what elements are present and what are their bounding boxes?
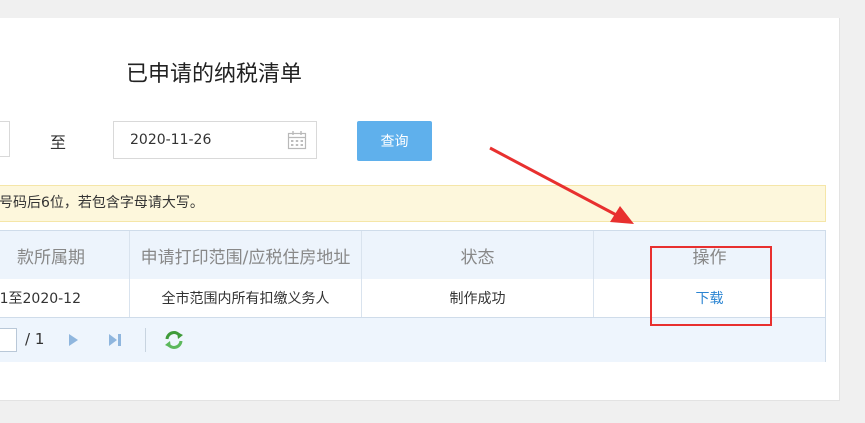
cell-status: 制作成功 [362, 279, 594, 317]
cell-action: 下载 [594, 279, 825, 317]
table-header-row: 款所属期 申请打印范围/应税住房地址 状态 操作 [0, 231, 825, 280]
header-action[interactable]: 操作 [594, 231, 825, 279]
cell-scope: 全市范围内所有扣缴义务人 [130, 279, 362, 317]
notice-banner: 号码后6位，若包含字母请大写。 [0, 185, 826, 222]
end-date-field[interactable] [113, 121, 317, 159]
main-panel: 已申请的纳税清单 至 查询 号码后6位，若包含字母请大写。 款所属期 [0, 18, 840, 401]
date-range-separator: 至 [50, 133, 67, 152]
refresh-icon[interactable] [163, 329, 185, 351]
end-date-input[interactable] [114, 122, 284, 158]
page-number-input[interactable] [0, 328, 17, 352]
pager-divider [145, 328, 146, 352]
page-total: / 1 [25, 330, 45, 348]
header-status[interactable]: 状态 [362, 231, 594, 279]
table-row[interactable]: 1至2020-12 全市范围内所有扣缴义务人 制作成功 下载 [0, 279, 825, 318]
query-button[interactable]: 查询 [357, 121, 432, 161]
results-table: 款所属期 申请打印范围/应税住房地址 状态 操作 1至2020-12 全市范围内… [0, 230, 826, 362]
header-scope[interactable]: 申请打印范围/应税住房地址 [130, 231, 362, 279]
cell-period: 1至2020-12 [0, 279, 130, 317]
last-page-icon[interactable] [105, 330, 125, 350]
calendar-icon[interactable] [287, 130, 307, 150]
download-link[interactable]: 下载 [696, 288, 724, 308]
pagination-bar: / 1 [0, 318, 825, 362]
page-title: 已申请的纳税清单 [126, 62, 303, 87]
next-page-icon[interactable] [63, 330, 83, 350]
header-period[interactable]: 款所属期 [0, 231, 130, 279]
notice-text: 号码后6位，若包含字母请大写。 [0, 195, 204, 211]
start-date-input[interactable] [0, 121, 10, 157]
